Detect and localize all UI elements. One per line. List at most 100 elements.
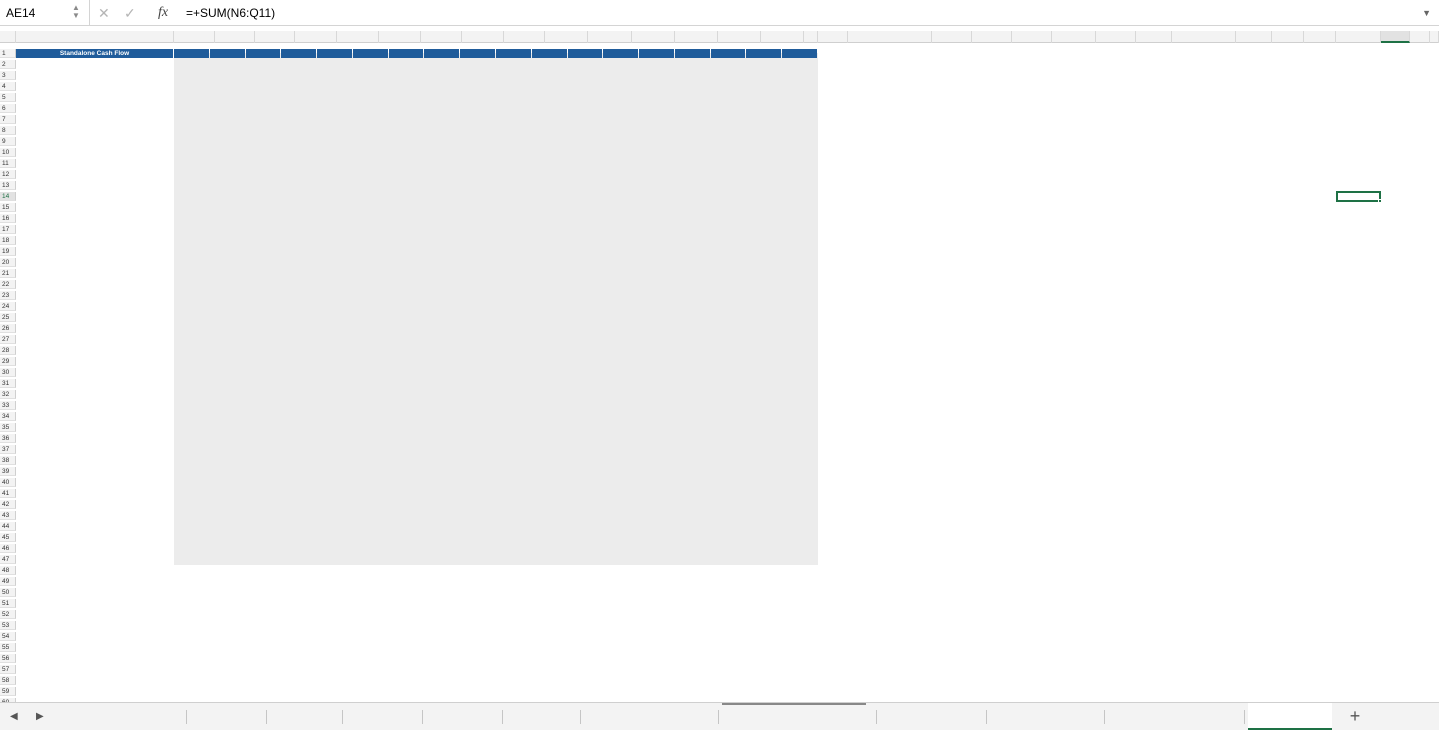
cell-value[interactable]: [746, 302, 780, 311]
cell-value[interactable]: [389, 302, 423, 311]
cell-value[interactable]: [496, 379, 530, 388]
cell-value[interactable]: [174, 357, 208, 366]
cell-value[interactable]: [746, 159, 780, 168]
cell-value[interactable]: [639, 302, 673, 311]
cell-value[interactable]: [389, 170, 423, 179]
cell-value[interactable]: [174, 60, 208, 69]
cell-value[interactable]: [746, 500, 780, 509]
cell-value[interactable]: [496, 434, 530, 443]
cell-value[interactable]: [639, 159, 673, 168]
cell-value[interactable]: [746, 104, 780, 113]
cell-value[interactable]: [210, 467, 244, 476]
cell-value[interactable]: [424, 225, 458, 234]
cell-value[interactable]: [353, 280, 387, 289]
cell-value[interactable]: [174, 159, 208, 168]
cell-value[interactable]: [532, 126, 566, 135]
cell-value[interactable]: [675, 170, 709, 179]
cell-value[interactable]: [496, 82, 530, 91]
column-header-h[interactable]: [421, 31, 462, 43]
row-header-24[interactable]: 24: [0, 302, 16, 311]
cell-value[interactable]: [568, 170, 602, 179]
cell-value[interactable]: [711, 489, 745, 498]
cell-value[interactable]: [174, 423, 208, 432]
cell-value[interactable]: [711, 313, 745, 322]
cell-value[interactable]: [782, 258, 816, 267]
year-header-fy08[interactable]: [245, 49, 281, 58]
cell-value[interactable]: [281, 148, 315, 157]
column-header-ae[interactable]: [1381, 31, 1410, 43]
cell-value[interactable]: [639, 115, 673, 124]
cell-value[interactable]: [532, 236, 566, 245]
cell-value[interactable]: [782, 181, 816, 190]
cell-value[interactable]: [281, 280, 315, 289]
cell-value[interactable]: [353, 60, 387, 69]
cell-value[interactable]: [389, 82, 423, 91]
summary-value[interactable]: [1322, 225, 1382, 234]
cell-value[interactable]: [746, 291, 780, 300]
summary-value[interactable]: [1188, 225, 1248, 234]
cell-value[interactable]: [353, 291, 387, 300]
cell-value[interactable]: [568, 181, 602, 190]
cell-value[interactable]: [424, 148, 458, 157]
sheet-tab-pl[interactable]: [346, 703, 414, 730]
cell-value[interactable]: [782, 401, 816, 410]
cell-value[interactable]: [389, 291, 423, 300]
cell-value[interactable]: [317, 467, 351, 476]
summary-period-header[interactable]: [1188, 159, 1248, 168]
cell-value[interactable]: [532, 522, 566, 531]
cell-value[interactable]: [424, 489, 458, 498]
cell-value[interactable]: [639, 357, 673, 366]
cell-value[interactable]: [746, 324, 780, 333]
cell-value[interactable]: [210, 126, 244, 135]
cell-value[interactable]: [711, 401, 745, 410]
cell-value[interactable]: [210, 478, 244, 487]
cell-value[interactable]: [711, 236, 745, 245]
cell-value[interactable]: [639, 203, 673, 212]
cell-value[interactable]: [174, 434, 208, 443]
row-header-32[interactable]: 32: [0, 390, 16, 399]
cell-value[interactable]: [424, 71, 458, 80]
cell-value[interactable]: [496, 478, 530, 487]
cell-value[interactable]: [424, 467, 458, 476]
summary-value[interactable]: [1052, 203, 1112, 212]
summary-value[interactable]: [1052, 258, 1112, 267]
column-header-p[interactable]: [761, 31, 804, 43]
cell-value[interactable]: [603, 126, 637, 135]
cell-value[interactable]: [782, 115, 816, 124]
cell-value[interactable]: [568, 258, 602, 267]
cell-value[interactable]: [568, 126, 602, 135]
cell-value[interactable]: [281, 544, 315, 553]
cell-value[interactable]: [174, 104, 208, 113]
cell-value[interactable]: [568, 82, 602, 91]
cell-value[interactable]: [460, 225, 494, 234]
cell-value[interactable]: [317, 313, 351, 322]
column-header-u[interactable]: [972, 31, 1012, 43]
cell-value[interactable]: [460, 214, 494, 223]
cell-value[interactable]: [353, 313, 387, 322]
cell-value[interactable]: [317, 335, 351, 344]
row-header-29[interactable]: 29: [0, 357, 16, 366]
cell-value[interactable]: [246, 104, 280, 113]
summary-value[interactable]: [1188, 236, 1248, 245]
cell-value[interactable]: [424, 236, 458, 245]
cell-value[interactable]: [675, 357, 709, 366]
cell-value[interactable]: [210, 148, 244, 157]
column-header-i[interactable]: [462, 31, 504, 43]
cell-value[interactable]: [639, 324, 673, 333]
cell-value[interactable]: [389, 390, 423, 399]
cell-value[interactable]: [675, 522, 709, 531]
cell-value[interactable]: [210, 500, 244, 509]
cell-value[interactable]: [711, 104, 745, 113]
cell-value[interactable]: [496, 522, 530, 531]
cell-value[interactable]: [424, 60, 458, 69]
cell-value[interactable]: [639, 401, 673, 410]
cell-value[interactable]: [603, 269, 637, 278]
summary-value[interactable]: [904, 269, 964, 278]
row-header-25[interactable]: 25: [0, 313, 16, 322]
cell-value[interactable]: [246, 280, 280, 289]
cell-value[interactable]: [246, 368, 280, 377]
cell-value[interactable]: [317, 60, 351, 69]
cell-value[interactable]: [568, 291, 602, 300]
cell-value[interactable]: [568, 93, 602, 102]
cell-value[interactable]: [568, 555, 602, 564]
